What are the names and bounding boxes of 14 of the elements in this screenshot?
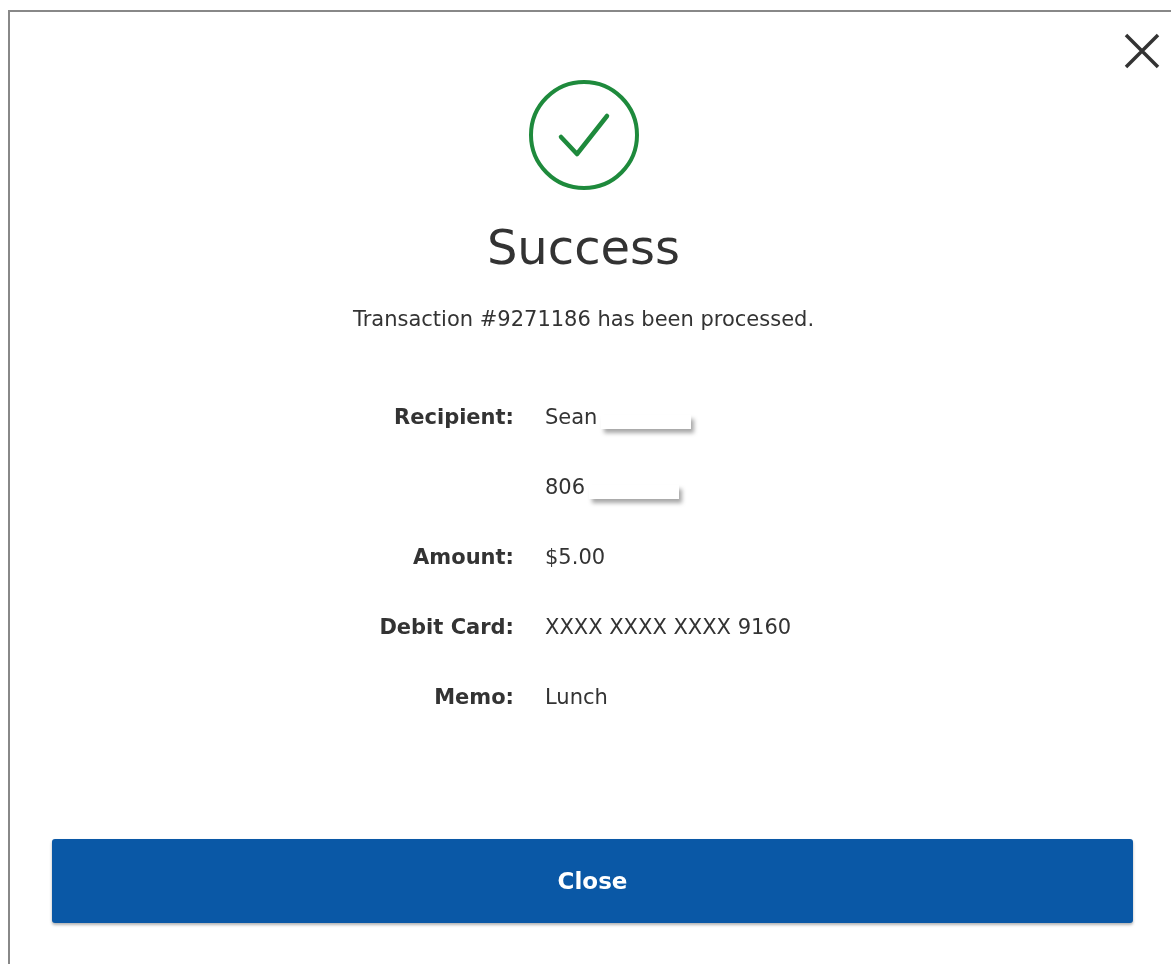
detail-value: 806: [545, 474, 586, 501]
dialog-title: Success: [486, 219, 681, 275]
detail-label: Recipient:: [394, 405, 514, 429]
detail-label: Memo:: [434, 685, 514, 709]
detail-label: Debit Card:: [379, 615, 514, 639]
check-circle-icon: [527, 79, 640, 191]
detail-value: XXXX XXXX XXXX 9160: [545, 614, 792, 641]
close-icon[interactable]: [1123, 32, 1161, 70]
detail-value: Sean: [545, 404, 598, 431]
message-text: Transaction #9271186 has been processed.: [352, 306, 815, 333]
detail-value: Lunch: [545, 684, 608, 711]
detail-label: Amount:: [413, 545, 514, 569]
close-button[interactable]: Close: [52, 839, 1133, 923]
detail-value: $5.00: [545, 544, 606, 571]
